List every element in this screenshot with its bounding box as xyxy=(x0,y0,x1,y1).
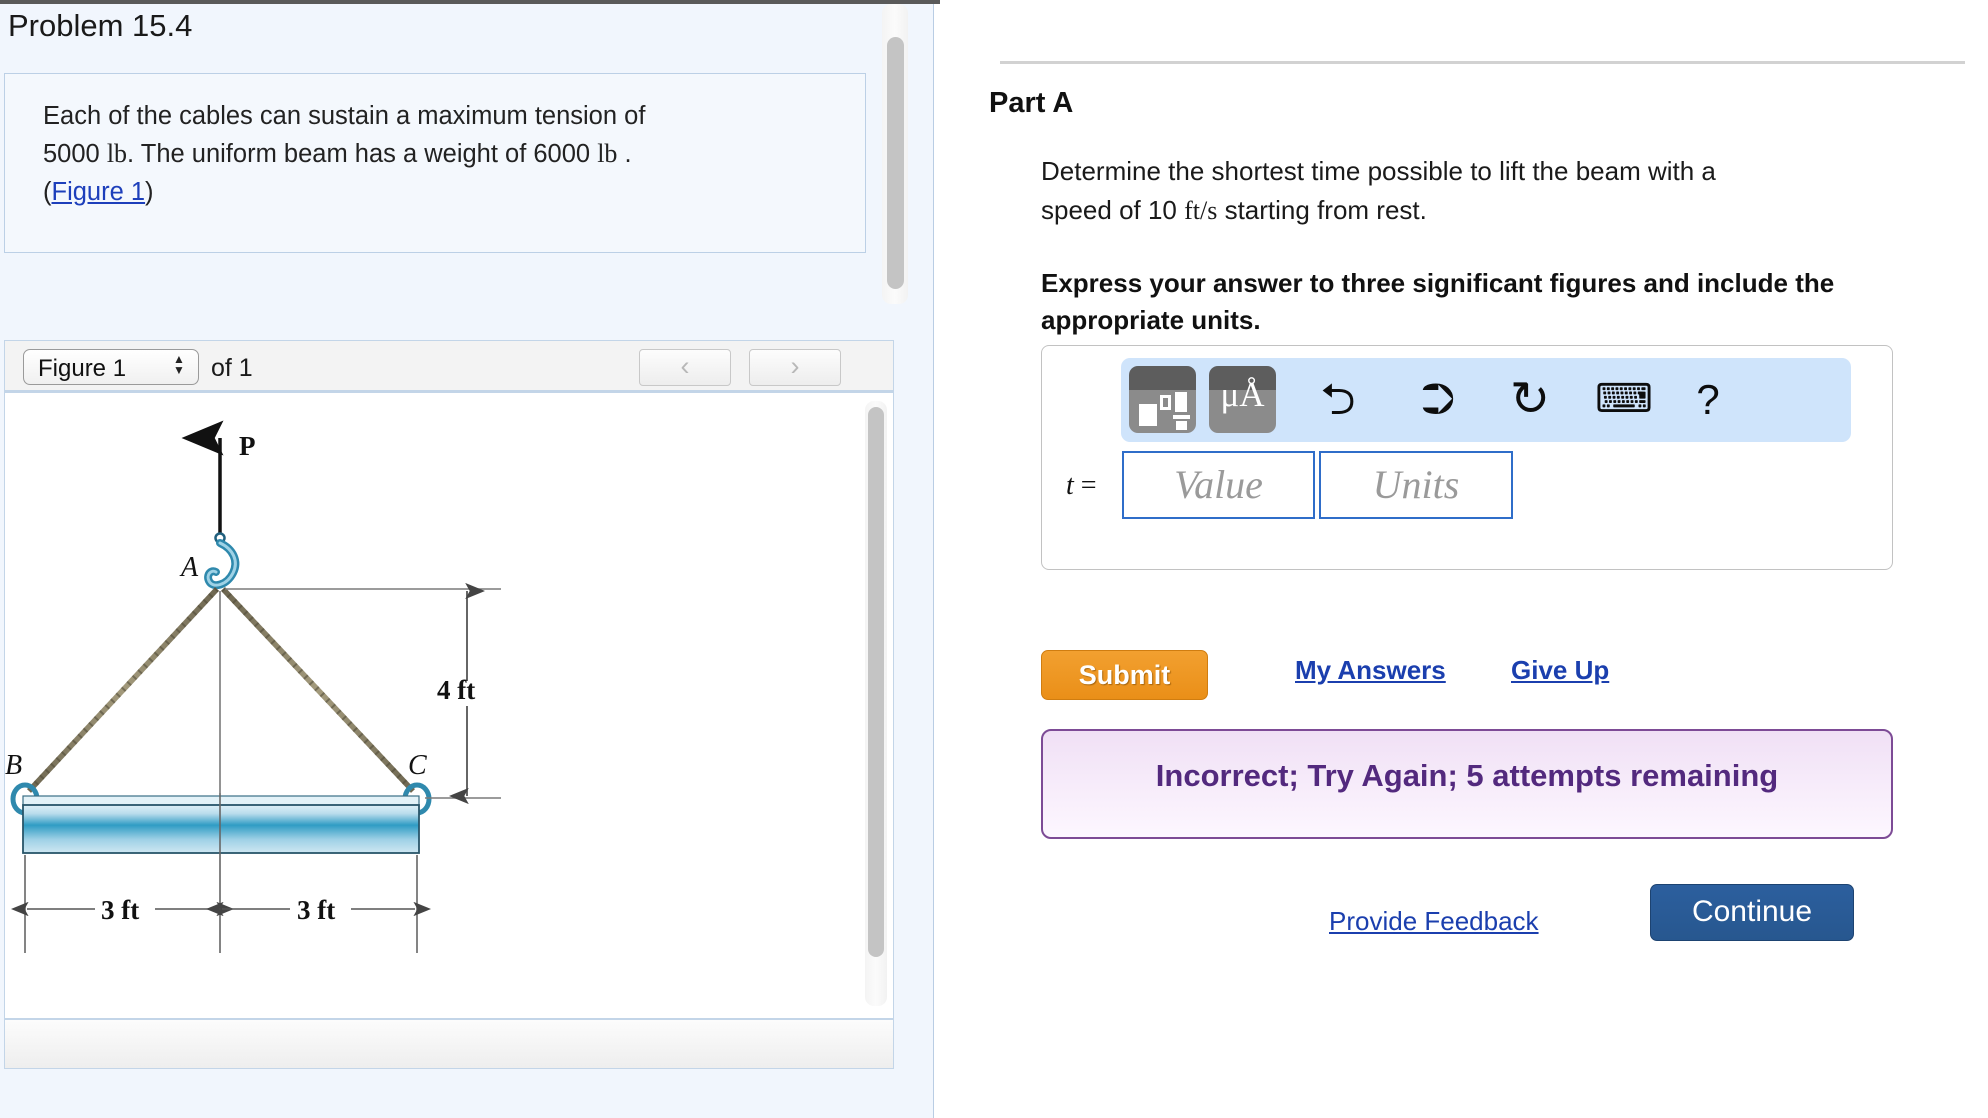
question-line-1: Determine the shortest time possible to … xyxy=(1041,156,1716,186)
figure-select[interactable]: Figure 1 ▲ ▼ xyxy=(23,349,199,385)
provide-feedback-link[interactable]: Provide Feedback xyxy=(1329,906,1539,937)
svg-text:C: C xyxy=(408,750,427,781)
part-title: Part A xyxy=(989,87,1074,119)
units-input-placeholder: Units xyxy=(1372,462,1460,507)
give-up-link[interactable]: Give Up xyxy=(1511,655,1609,686)
unit-lb-2: lb xyxy=(597,139,618,168)
submit-button[interactable]: Submit xyxy=(1041,650,1208,700)
units-palette-icon[interactable]: μÅ xyxy=(1209,366,1276,433)
value-input[interactable]: Value xyxy=(1122,451,1315,519)
mu-angstrom-glyph: μ xyxy=(1220,375,1240,414)
figure-scrollbar-track[interactable] xyxy=(865,401,887,1006)
math-editor-toolbar: μÅ ⮌ ⮊ ↻ ⌨ ? xyxy=(1121,358,1851,442)
problem-statement-box: Each of the cables can sustain a maximum… xyxy=(4,73,866,253)
value-input-placeholder: Value xyxy=(1174,462,1263,507)
svg-text:P: P xyxy=(239,431,256,461)
help-icon[interactable]: ? xyxy=(1673,366,1743,433)
statement-line-2c: . xyxy=(617,140,632,168)
statement-line-1: Each of the cables can sustain a maximum… xyxy=(43,102,646,130)
figure-count-label: of 1 xyxy=(211,354,253,382)
left-panel-scrollbar-thumb[interactable] xyxy=(887,37,904,289)
stepper-arrows-icon: ▲ ▼ xyxy=(172,353,186,382)
units-input[interactable]: Units xyxy=(1319,451,1513,519)
angstrom-glyph: Å xyxy=(1239,375,1265,414)
feedback-message: Incorrect; Try Again; 5 attempts remaini… xyxy=(1155,758,1779,793)
figure-scrollbar-thumb[interactable] xyxy=(868,407,884,957)
figure-next-button[interactable]: › xyxy=(749,349,841,386)
statement-line-2b: . The uniform beam has a weight of 6000 xyxy=(127,140,598,168)
beam-cable-diagram: P A B C 4 ft 3 ft 3 ft xyxy=(5,420,501,953)
undo-icon[interactable]: ⮌ xyxy=(1303,366,1373,433)
figure-canvas: P A B C 4 ft 3 ft 3 ft xyxy=(4,392,894,1019)
part-question-text: Determine the shortest time possible to … xyxy=(1041,152,1921,230)
height-dim-label-svg: 4 ft xyxy=(437,675,475,705)
figure-widget: Figure 1 ▲ ▼ of 1 ‹ › P A B C 4 ft 3 ft … xyxy=(4,340,899,1070)
answer-entry-box: μÅ ⮌ ⮊ ↻ ⌨ ? t = Value Units xyxy=(1041,345,1893,570)
answer-panel: Part A Determine the shortest time possi… xyxy=(941,0,1988,1118)
svg-text:A: A xyxy=(179,552,199,583)
figure-footer-bar xyxy=(4,1019,894,1069)
unit-ft-per-s: ft/s xyxy=(1184,196,1218,225)
left-panel-scrollbar-track[interactable] xyxy=(882,4,908,304)
keyboard-icon[interactable]: ⌨ xyxy=(1589,366,1659,433)
statement-line-2a: 5000 xyxy=(43,140,107,168)
figure-1-link[interactable]: Figure 1 xyxy=(52,178,146,206)
chevron-right-icon: › xyxy=(790,351,800,381)
chevron-left-icon: ‹ xyxy=(680,351,690,381)
svg-text:3 ft: 3 ft xyxy=(101,895,139,925)
continue-button[interactable]: Continue xyxy=(1650,884,1854,941)
answer-variable-label: t = xyxy=(1066,470,1097,501)
template-palette-icon[interactable] xyxy=(1129,366,1196,433)
figure-prev-button[interactable]: ‹ xyxy=(639,349,731,386)
question-line-2a: speed of 10 xyxy=(1041,195,1185,225)
unit-lb-1: lb xyxy=(106,139,128,168)
figure-toolbar: Figure 1 ▲ ▼ of 1 ‹ › xyxy=(4,340,894,392)
stepper-down-icon: ▼ xyxy=(173,363,185,377)
problem-statement-text: Each of the cables can sustain a maximum… xyxy=(43,97,833,211)
figure-select-value: Figure 1 xyxy=(38,355,127,382)
section-divider xyxy=(1000,61,1965,64)
question-line-2b: starting from rest. xyxy=(1217,195,1427,225)
redo-icon[interactable]: ⮊ xyxy=(1403,366,1473,433)
continue-button-label: Continue xyxy=(1691,895,1813,928)
page-root: Problem 15.4 Each of the cables can sust… xyxy=(0,0,1988,1118)
page-title: Problem 15.4 xyxy=(8,8,193,43)
svg-text:3 ft: 3 ft xyxy=(297,895,335,925)
reset-icon[interactable]: ↻ xyxy=(1495,366,1565,433)
svg-text:B: B xyxy=(5,750,22,781)
feedback-banner: Incorrect; Try Again; 5 attempts remaini… xyxy=(1041,729,1893,839)
my-answers-link[interactable]: My Answers xyxy=(1295,655,1446,686)
paren-close: ) xyxy=(145,178,154,206)
paren-open: ( xyxy=(43,178,52,206)
problem-panel: Problem 15.4 Each of the cables can sust… xyxy=(0,4,934,1118)
submit-button-label: Submit xyxy=(1078,660,1171,690)
part-instruction-text: Express your answer to three significant… xyxy=(1041,268,1835,335)
